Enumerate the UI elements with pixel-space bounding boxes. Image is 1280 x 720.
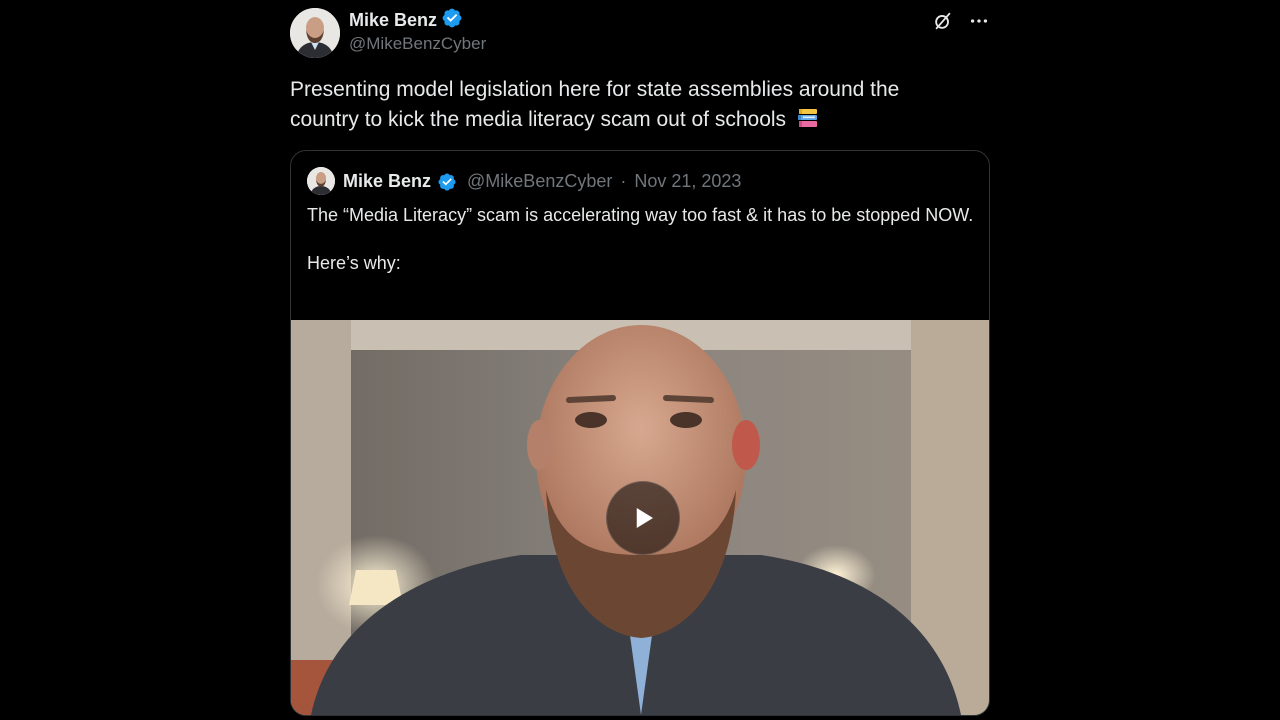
grok-icon[interactable] — [932, 10, 954, 32]
play-button[interactable] — [606, 481, 680, 555]
quoted-tweet-text: The “Media Literacy” scam is acceleratin… — [307, 205, 974, 273]
author-block: Mike Benz @MikeBenzCyber — [349, 7, 486, 54]
more-icon[interactable] — [968, 10, 990, 32]
tweet-text: Presenting model legislation here for st… — [290, 75, 950, 139]
tweet-actions — [932, 10, 990, 32]
quoted-author-handle[interactable]: @MikeBenzCyber — [467, 171, 612, 192]
avatar-image — [290, 8, 340, 58]
quoted-author-name[interactable]: Mike Benz — [343, 171, 431, 192]
quoted-separator: · — [620, 170, 627, 191]
quoted-verified-badge-icon — [437, 170, 457, 191]
author-avatar[interactable] — [290, 8, 340, 58]
author-name-row: Mike Benz — [349, 7, 486, 34]
quoted-tweet[interactable]: Mike Benz @MikeBenzCyber · Nov 21, 2023 … — [290, 150, 990, 716]
author-handle[interactable]: @MikeBenzCyber — [349, 34, 486, 54]
books-emoji-icon — [796, 106, 820, 139]
author-name[interactable]: Mike Benz — [349, 10, 437, 31]
quoted-date[interactable]: Nov 21, 2023 — [634, 171, 741, 192]
quoted-author-avatar[interactable] — [307, 167, 335, 195]
quoted-video[interactable] — [291, 320, 989, 715]
quoted-tweet-header: Mike Benz @MikeBenzCyber · Nov 21, 2023 — [307, 167, 741, 195]
verified-badge-icon[interactable] — [441, 7, 463, 34]
tweet: Mike Benz @MikeBenzCyber Presenting mode… — [290, 0, 990, 720]
play-icon — [636, 508, 653, 528]
